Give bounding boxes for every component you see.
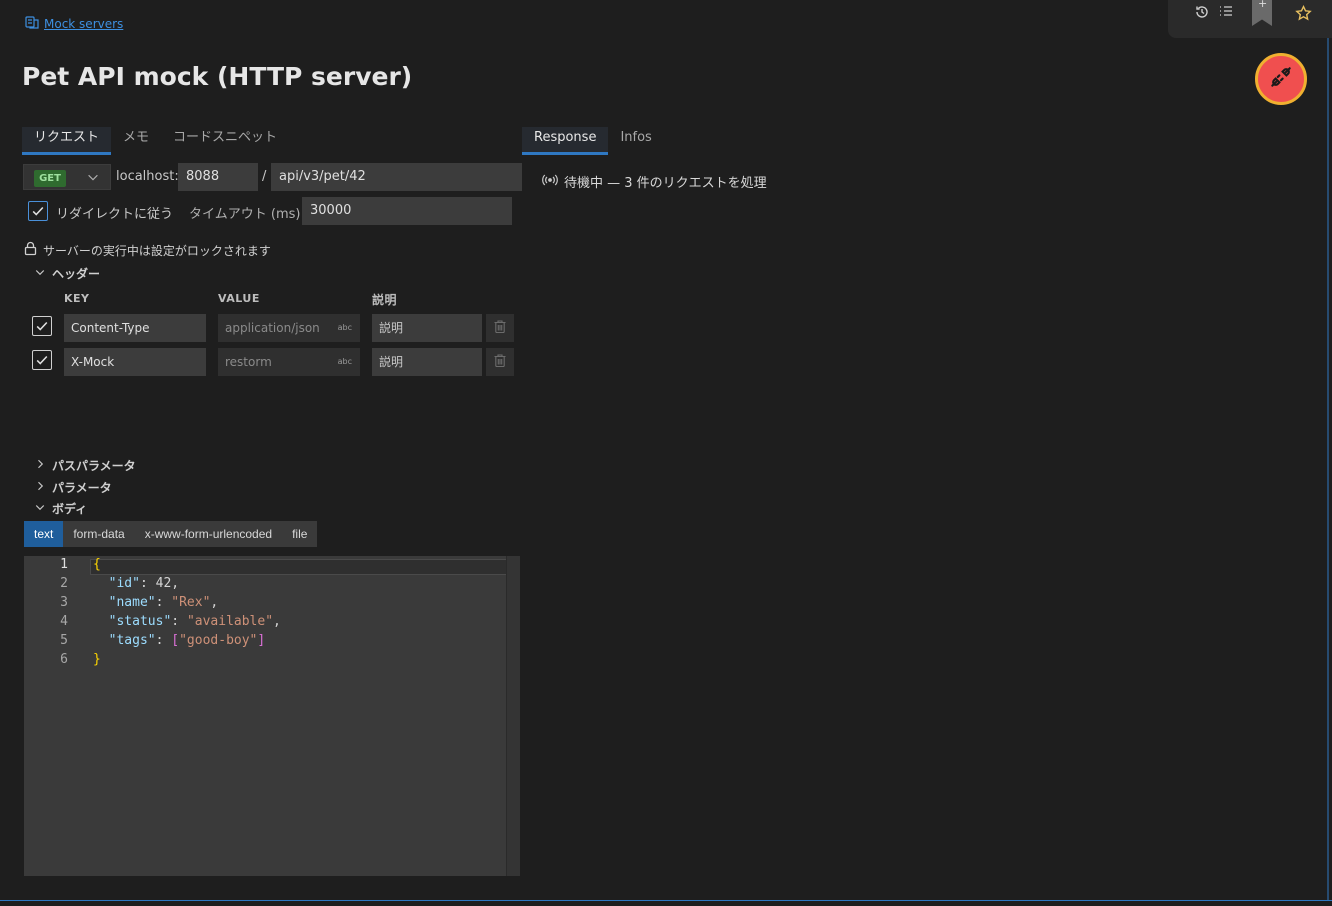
bookmark-add-icon[interactable]: +	[1252, 0, 1272, 26]
header-description-input[interactable]: 説明	[372, 314, 482, 342]
breadcrumb-link-mock-servers[interactable]: Mock servers	[44, 17, 123, 31]
tab-request[interactable]: リクエスト	[22, 127, 112, 155]
path-params-section-toggle[interactable]: パスパラメータ	[34, 457, 136, 474]
header-col-value: VALUE	[218, 292, 260, 305]
code-line: "name": "Rex",	[108, 595, 219, 610]
value-type-badge: abc	[337, 357, 352, 366]
header-description-input[interactable]: 説明	[372, 348, 482, 376]
editor-scrollbar[interactable]	[506, 556, 520, 876]
line-number: 4	[60, 614, 68, 629]
code-line: }	[93, 652, 101, 667]
server-status: 待機中 — 3 件のリクエストを処理	[542, 172, 767, 191]
trash-icon	[493, 353, 507, 372]
page-title: Pet API mock (HTTP server)	[22, 62, 413, 91]
header-row-checkbox[interactable]	[32, 316, 52, 336]
header-value-input[interactable]: restorm abc	[218, 348, 360, 376]
line-number: 6	[60, 652, 68, 667]
body-tab-text[interactable]: text	[24, 521, 64, 547]
method-badge: GET	[34, 170, 66, 187]
bookmark-plus: +	[1258, 0, 1268, 10]
chevron-right-icon	[34, 480, 46, 495]
tab-memo[interactable]: メモ	[111, 127, 161, 155]
chevron-down-icon	[34, 266, 46, 281]
value-type-badge: abc	[337, 323, 352, 332]
body-section-toggle[interactable]: ボディ	[34, 500, 87, 517]
delete-header-button[interactable]	[486, 348, 514, 376]
breadcrumb: Mock servers	[24, 14, 123, 34]
redirect-checkbox[interactable]	[28, 201, 48, 221]
list-icon[interactable]	[1218, 4, 1236, 22]
path-separator: /	[262, 169, 267, 184]
params-section-toggle[interactable]: パラメータ	[34, 479, 112, 496]
plug-disconnected-icon	[1268, 64, 1294, 94]
chevron-down-icon	[86, 170, 100, 188]
history-icon[interactable]	[1194, 4, 1212, 22]
body-code-editor[interactable]: 1 2 3 4 5 6 { "id": 42, "name": "Rex", "…	[24, 556, 520, 876]
header-value-input[interactable]: application/json abc	[218, 314, 360, 342]
headers-section-toggle[interactable]: ヘッダー	[34, 265, 100, 282]
star-icon[interactable]	[1295, 4, 1313, 23]
timeout-label: タイムアウト (ms)	[189, 207, 301, 222]
top-toolbar: +	[1168, 0, 1332, 38]
delete-header-button[interactable]	[486, 314, 514, 342]
tab-code-snippet[interactable]: コードスニペット	[161, 127, 289, 155]
host-label: localhost:	[116, 169, 179, 184]
header-value-text: restorm	[225, 355, 272, 369]
header-key-input[interactable]: X-Mock	[64, 348, 206, 376]
line-number: 3	[60, 595, 68, 610]
connect-toggle-button[interactable]	[1255, 53, 1307, 105]
lock-icon	[24, 241, 37, 260]
line-number: 1	[60, 557, 68, 572]
chevron-down-icon	[34, 501, 46, 516]
header-key-input[interactable]: Content-Type	[64, 314, 206, 342]
bottom-status-border	[0, 900, 1332, 906]
headers-section-label: ヘッダー	[52, 267, 101, 281]
current-line-highlight	[90, 559, 518, 575]
header-col-description: 説明	[372, 293, 398, 307]
tab-infos[interactable]: Infos	[608, 127, 663, 155]
server-icon	[24, 14, 40, 34]
redirect-label: リダイレクトに従う	[56, 207, 174, 222]
body-tab-urlencoded[interactable]: x-www-form-urlencoded	[135, 521, 282, 547]
params-label: パラメータ	[52, 481, 112, 495]
trash-icon	[493, 319, 507, 338]
lock-notice: サーバーの実行中は設定がロックされます	[24, 241, 271, 260]
header-row-checkbox[interactable]	[32, 350, 52, 370]
panel-edge	[1327, 38, 1329, 900]
line-number: 2	[60, 576, 68, 591]
path-params-label: パスパラメータ	[52, 459, 136, 473]
broadcast-icon	[542, 173, 558, 191]
body-tab-form-data[interactable]: form-data	[63, 521, 134, 547]
tab-response[interactable]: Response	[522, 127, 609, 155]
lock-notice-text: サーバーの実行中は設定がロックされます	[43, 244, 271, 258]
port-input[interactable]: 8088	[178, 163, 258, 191]
status-text: 待機中 — 3 件のリクエストを処理	[564, 176, 767, 191]
timeout-input[interactable]: 30000	[302, 197, 512, 225]
code-line: "status": "available",	[108, 614, 281, 629]
line-number: 5	[60, 633, 68, 648]
line-number-gutter: 1 2 3 4 5 6	[24, 556, 86, 876]
chevron-right-icon	[34, 458, 46, 473]
response-tabs: Response Infos	[522, 127, 664, 155]
method-select[interactable]: GET	[23, 164, 111, 190]
request-tabs: リクエスト メモ コードスニペット	[22, 127, 289, 155]
body-label: ボディ	[52, 502, 88, 516]
body-tab-file[interactable]: file	[282, 521, 317, 547]
code-line: {	[93, 557, 101, 572]
header-value-text: application/json	[225, 321, 320, 335]
path-input[interactable]: api/v3/pet/42	[271, 163, 522, 191]
code-line: "tags": ["good-boy"]	[108, 633, 266, 648]
body-type-tabs: text form-data x-www-form-urlencoded fil…	[24, 521, 318, 547]
header-col-key: KEY	[64, 292, 90, 305]
code-line: "id": 42,	[108, 576, 180, 591]
